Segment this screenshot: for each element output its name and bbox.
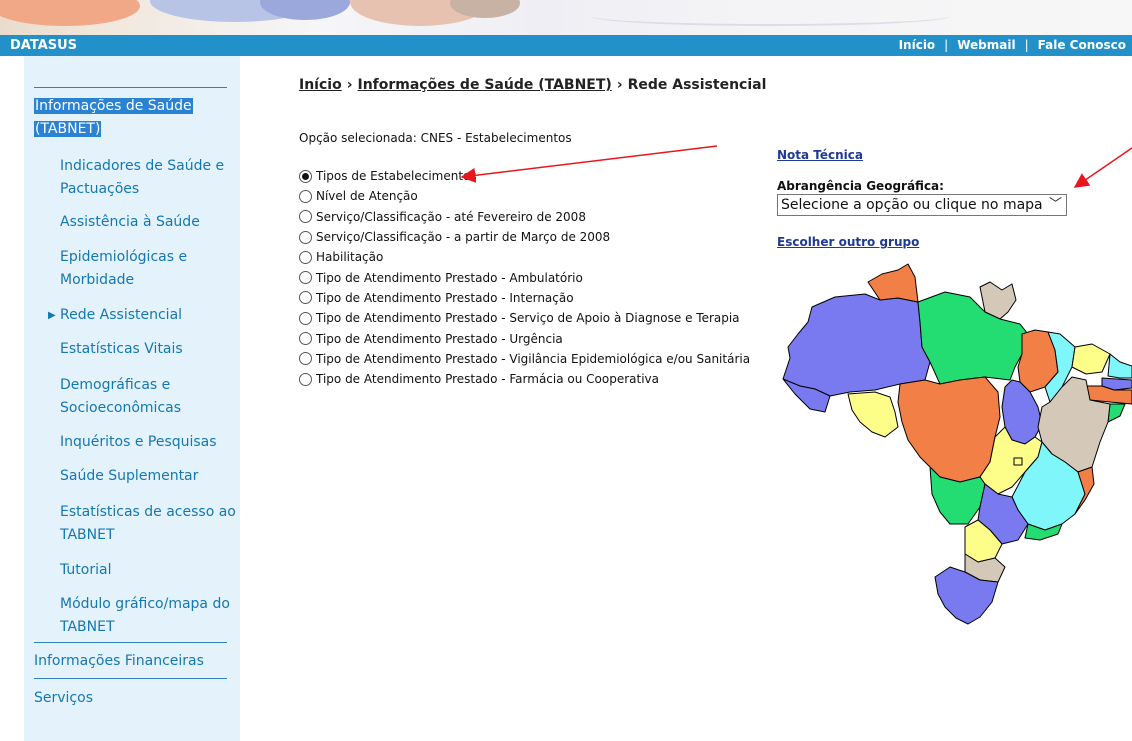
- radio-option[interactable]: Habilitação: [299, 247, 750, 267]
- brand-logo: DATASUS: [10, 38, 78, 53]
- sidebar-item-indicadores[interactable]: Indicadores de Saúde e Pactuações: [60, 155, 224, 201]
- sidebar-item-rede-assistencial[interactable]: ▶ Rede Assistencial: [48, 304, 182, 327]
- breadcrumb: Início › Informações de Saúde (TABNET) › Red…: [299, 77, 767, 93]
- radio-option[interactable]: Tipo de Atendimento Prestado - Internaçã…: [299, 288, 750, 308]
- sidebar-item-tutorial[interactable]: Tutorial: [60, 559, 111, 582]
- radio-option[interactable]: Tipo de Atendimento Prestado - Ambulatór…: [299, 267, 750, 287]
- map-state-rn[interactable]: [1107, 353, 1132, 379]
- radio-option[interactable]: Nível de Atenção: [299, 186, 750, 206]
- radio-option[interactable]: Tipos de Estabelecimentos: [299, 166, 750, 186]
- map-state-df[interactable]: [1013, 457, 1023, 466]
- sidebar-item-demograficas[interactable]: Demográficas e Socioeconômicas: [60, 374, 181, 420]
- radio-button[interactable]: [299, 210, 312, 224]
- sidebar-item-modulo-grafico[interactable]: Módulo gráfico/mapa do TABNET: [60, 593, 230, 639]
- radio-group: Tipos de Estabelecimentos Nível de Atenç…: [299, 166, 750, 389]
- sidebar-section-tabnet[interactable]: Informações de Saúde (TABNET): [34, 95, 193, 141]
- radio-button[interactable]: [299, 250, 312, 264]
- sidebar: Informações de Saúde (TABNET) Indicadore…: [24, 56, 240, 741]
- header-banner: [0, 0, 1132, 35]
- radio-button[interactable]: [299, 271, 312, 285]
- radio-option[interactable]: Tipo de Atendimento Prestado - Urgência: [299, 328, 750, 348]
- link-fale-conosco[interactable]: Fale Conosco: [1038, 38, 1126, 52]
- map-state-am[interactable]: [782, 293, 931, 397]
- chevron-down-icon: ﹀: [1048, 197, 1062, 212]
- sidebar-item-inqueritos[interactable]: Inquéritos e Pesquisas: [60, 431, 217, 454]
- sidebar-item-estatisticas-acesso[interactable]: Estatísticas de acesso ao TABNET: [60, 501, 236, 547]
- radio-option[interactable]: Serviço/Classificação - até Fevereiro de…: [299, 207, 750, 227]
- link-webmail[interactable]: Webmail: [957, 38, 1015, 52]
- abrangencia-label: Abrangência Geográfica:: [777, 179, 944, 193]
- radio-button[interactable]: [299, 189, 312, 203]
- map-state-al[interactable]: [1107, 403, 1126, 423]
- radio-option[interactable]: Tipo de Atendimento Prestado - Vigilânci…: [299, 349, 750, 369]
- sidebar-item-epidemiologicas[interactable]: Epidemiológicas e Morbidade: [60, 246, 187, 292]
- top-links: Início | Webmail | Fale Conosco: [898, 38, 1126, 52]
- map-state-mt[interactable]: [897, 376, 1001, 483]
- sidebar-item-saude-suplementar[interactable]: Saúde Suplementar: [60, 465, 198, 488]
- sidebar-item-estatisticas-vitais[interactable]: Estatísticas Vitais: [60, 338, 183, 361]
- chevron-right-icon: ▶: [48, 310, 56, 321]
- map-state-rr[interactable]: [867, 263, 919, 303]
- divider: [34, 87, 227, 88]
- escolher-outro-grupo-link[interactable]: Escolher outro grupo: [777, 235, 919, 249]
- radio-button[interactable]: [299, 372, 312, 386]
- radio-option[interactable]: Tipo de Atendimento Prestado - Farmácia …: [299, 369, 750, 389]
- link-inicio[interactable]: Início: [899, 38, 936, 52]
- breadcrumb-current: Rede Assistencial: [627, 77, 767, 93]
- radio-button[interactable]: [299, 311, 312, 325]
- radio-button[interactable]: [299, 230, 312, 244]
- radio-option[interactable]: Serviço/Classificação - a partir de Març…: [299, 227, 750, 247]
- radio-button[interactable]: [299, 332, 312, 346]
- top-bar: DATASUS Início | Webmail | Fale Conosco: [0, 35, 1132, 56]
- sidebar-item-servicos[interactable]: Serviços: [34, 687, 93, 710]
- breadcrumb-tabnet[interactable]: Informações de Saúde (TABNET): [357, 77, 611, 93]
- brazil-map[interactable]: [780, 262, 1132, 632]
- radio-button[interactable]: [299, 291, 312, 305]
- breadcrumb-inicio[interactable]: Início: [299, 77, 342, 93]
- divider: [34, 678, 227, 679]
- selected-option-text: Opção selecionada: CNES - Estabeleciment…: [299, 131, 572, 145]
- map-state-ce[interactable]: [1071, 343, 1111, 375]
- abrangencia-select[interactable]: Selecione a opção ou clique no mapa ﹀: [777, 194, 1067, 216]
- radio-option[interactable]: Tipo de Atendimento Prestado - Serviço d…: [299, 308, 750, 328]
- radio-button[interactable]: [299, 169, 312, 183]
- sidebar-item-informacoes-financeiras[interactable]: Informações Financeiras: [34, 650, 204, 673]
- radio-button[interactable]: [299, 352, 312, 366]
- nota-tecnica-link[interactable]: Nota Técnica: [777, 148, 863, 162]
- divider: [34, 642, 227, 643]
- annotation-arrow: [1073, 147, 1132, 188]
- sidebar-item-assistencia[interactable]: Assistência à Saúde: [60, 211, 200, 234]
- map-state-ro[interactable]: [847, 391, 899, 438]
